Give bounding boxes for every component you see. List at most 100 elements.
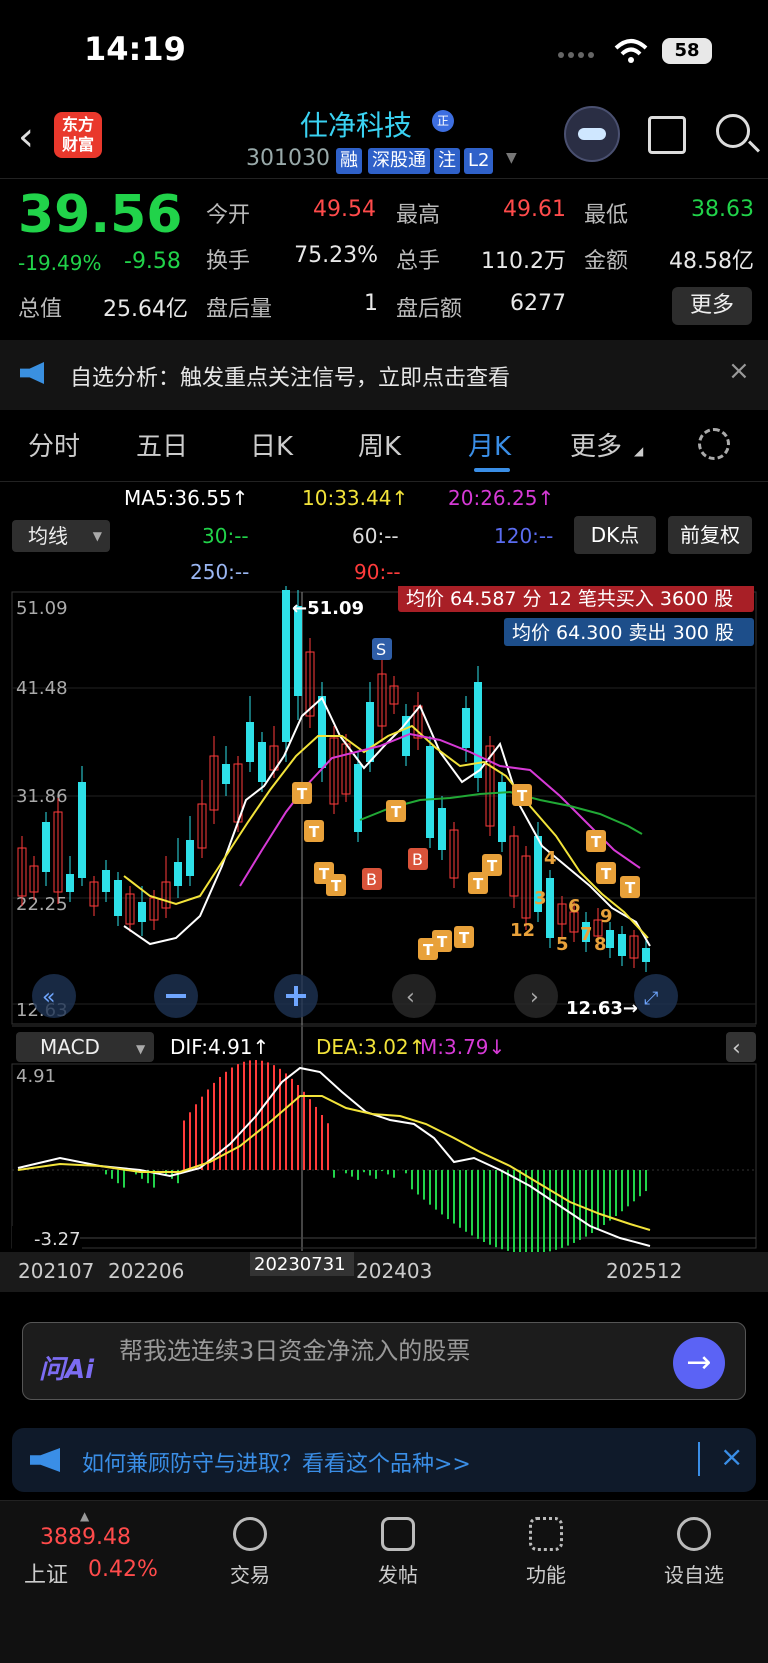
trade-markers: S B B TTTT TT T T TTTT TT 4312 567 89 bbox=[292, 638, 640, 960]
macd-bottom-label: -3.27 bbox=[34, 1229, 81, 1250]
ma10-value: 10:33.44↑ bbox=[302, 486, 409, 510]
tab-daily-k[interactable]: 日K bbox=[250, 426, 293, 463]
field-label: 总值 bbox=[18, 297, 63, 322]
svg-text:T: T bbox=[591, 833, 602, 851]
m-value: M:3.79↓ bbox=[420, 1035, 505, 1059]
index-value[interactable]: 3889.48 bbox=[40, 1525, 131, 1550]
field-value: 75.23% bbox=[294, 243, 378, 268]
scroll-left-icon-glyph: ‹ bbox=[406, 985, 415, 1010]
edit-icon bbox=[381, 1517, 415, 1551]
index-name[interactable]: 上证 bbox=[24, 1557, 68, 1589]
tab-weekly-k[interactable]: 周K bbox=[358, 426, 401, 463]
ma120-value: 120:-- bbox=[494, 524, 554, 548]
promo-text[interactable]: 如何兼顾防守与进取？看看这个品种>> bbox=[82, 1446, 471, 1478]
stock-code: 301030 bbox=[246, 146, 330, 171]
signal-icon bbox=[558, 52, 594, 58]
tag-connect: 深股通 bbox=[368, 148, 430, 174]
svg-text:T: T bbox=[297, 785, 308, 803]
yen-exchange-icon bbox=[233, 1517, 267, 1551]
back-button[interactable]: ‹ bbox=[18, 114, 34, 160]
candle-body bbox=[78, 782, 86, 878]
close-icon[interactable]: × bbox=[720, 1440, 743, 1473]
svg-text:7: 7 bbox=[580, 924, 593, 945]
tab-more[interactable]: 更多 bbox=[570, 426, 622, 463]
svg-text:T: T bbox=[319, 865, 330, 883]
nav-trade[interactable]: 交易 bbox=[200, 1517, 300, 1588]
collapse-panel-button[interactable] bbox=[726, 1032, 756, 1062]
indicator-select-label: 均线 bbox=[28, 524, 68, 548]
close-icon[interactable]: × bbox=[728, 356, 750, 386]
send-arrow-icon[interactable]: → bbox=[673, 1337, 725, 1389]
notice-text[interactable]: 自选分析：触发重点关注信号，立即点击查看 bbox=[70, 360, 510, 392]
notice-bar[interactable]: 自选分析：触发重点关注信号，立即点击查看 × bbox=[0, 340, 768, 410]
candle-body bbox=[174, 862, 182, 886]
nav-functions[interactable]: 功能 bbox=[496, 1517, 596, 1588]
svg-text:T: T bbox=[601, 865, 612, 883]
svg-text:T: T bbox=[391, 803, 402, 821]
svg-text:T: T bbox=[309, 823, 320, 841]
chevron-down-icon[interactable]: ▼ bbox=[506, 150, 517, 166]
more-button[interactable]: 更多 bbox=[672, 287, 752, 325]
share-icon[interactable] bbox=[648, 116, 686, 154]
gear-icon[interactable] bbox=[698, 428, 730, 460]
tab-monthly-k[interactable]: 月K bbox=[468, 426, 511, 463]
adjust-price-button[interactable]: 前复权 bbox=[668, 516, 752, 554]
field-label: 盘后额 bbox=[396, 297, 463, 322]
ma20-value: 20:26.25↑ bbox=[448, 486, 555, 510]
candle-body bbox=[294, 606, 302, 696]
dif-value: DIF:4.91↑ bbox=[170, 1035, 269, 1059]
candle-body bbox=[618, 934, 626, 956]
dk-point-button[interactable]: DK点 bbox=[574, 516, 656, 554]
search-icon[interactable] bbox=[716, 114, 750, 148]
svg-text:12: 12 bbox=[510, 920, 535, 941]
tab-five-day[interactable]: 五日 bbox=[136, 426, 188, 463]
ma250-value: 250:-- bbox=[190, 560, 250, 584]
svg-text:T: T bbox=[625, 879, 636, 897]
ai-input[interactable]: 帮我选连续3日资金净流入的股票 bbox=[119, 1331, 470, 1366]
stock-name[interactable]: 仕净科技 bbox=[300, 104, 412, 144]
field-value: 38.63 bbox=[691, 197, 754, 222]
indicator-select[interactable]: 均线 ▼ bbox=[12, 520, 110, 552]
candle-body bbox=[186, 840, 194, 876]
candle-body bbox=[498, 782, 506, 842]
change-percent: -19.49% bbox=[18, 251, 102, 275]
candle-body bbox=[318, 696, 326, 768]
chevron-down-icon: ▼ bbox=[92, 529, 102, 543]
kline-chart[interactable]: 51.09 41.48 31.86 22.25 12.63 ←51.09 12.… bbox=[0, 586, 768, 1306]
nav-label: 设自选 bbox=[664, 1563, 724, 1587]
tag-margin: 融 bbox=[336, 148, 362, 174]
macd-frame bbox=[11, 1063, 757, 1249]
period-tabs: 分时 五日 日K 周K 月K 更多 ◢ bbox=[0, 410, 768, 482]
candle-body bbox=[438, 808, 446, 850]
change-value: -9.58 bbox=[124, 249, 181, 274]
index-change[interactable]: 0.42% bbox=[88, 1557, 158, 1582]
nav-add-watchlist[interactable]: 设自选 bbox=[644, 1517, 744, 1588]
candle-body bbox=[102, 870, 110, 892]
candle-body bbox=[354, 764, 362, 832]
svg-text:T: T bbox=[487, 857, 498, 875]
macd-histogram bbox=[105, 1060, 647, 1254]
battery-icon: 58 bbox=[662, 38, 712, 64]
x-tick-label: 202206 bbox=[108, 1259, 184, 1283]
candle-body bbox=[222, 764, 230, 784]
tab-intraday[interactable]: 分时 bbox=[28, 426, 80, 463]
sell-marker-label: S bbox=[376, 640, 386, 659]
promo-banner[interactable]: 如何兼顾防守与进取？看看这个品种>> × bbox=[12, 1428, 756, 1492]
svg-text:4: 4 bbox=[544, 848, 557, 869]
nav-post[interactable]: 发帖 bbox=[348, 1517, 448, 1588]
robot-assistant-icon[interactable] bbox=[564, 106, 620, 162]
scroll-left-fast-icon-glyph: « bbox=[42, 985, 55, 1010]
ai-input-box[interactable]: 问Ai 帮我选连续3日资金净流入的股票 → bbox=[22, 1322, 746, 1400]
candle-body bbox=[114, 880, 122, 916]
ma30-value: 30:-- bbox=[202, 524, 249, 548]
macd-top-label: 4.91 bbox=[16, 1066, 56, 1087]
app-logo: 东方 财富 bbox=[54, 112, 102, 158]
candle-body bbox=[246, 722, 254, 762]
tag-l2: L2 bbox=[464, 148, 494, 174]
stock-header: ‹ 东方 财富 仕净科技 正 301030 融 深股通 注 L2 ▼ bbox=[0, 100, 768, 178]
x-tick-label: 202107 bbox=[18, 1259, 94, 1283]
candle-body bbox=[462, 708, 470, 748]
ai-logo: 问Ai bbox=[39, 1355, 95, 1385]
crosshair-date: 20230731 bbox=[254, 1254, 346, 1275]
name-badge-icon: 正 bbox=[432, 110, 454, 132]
